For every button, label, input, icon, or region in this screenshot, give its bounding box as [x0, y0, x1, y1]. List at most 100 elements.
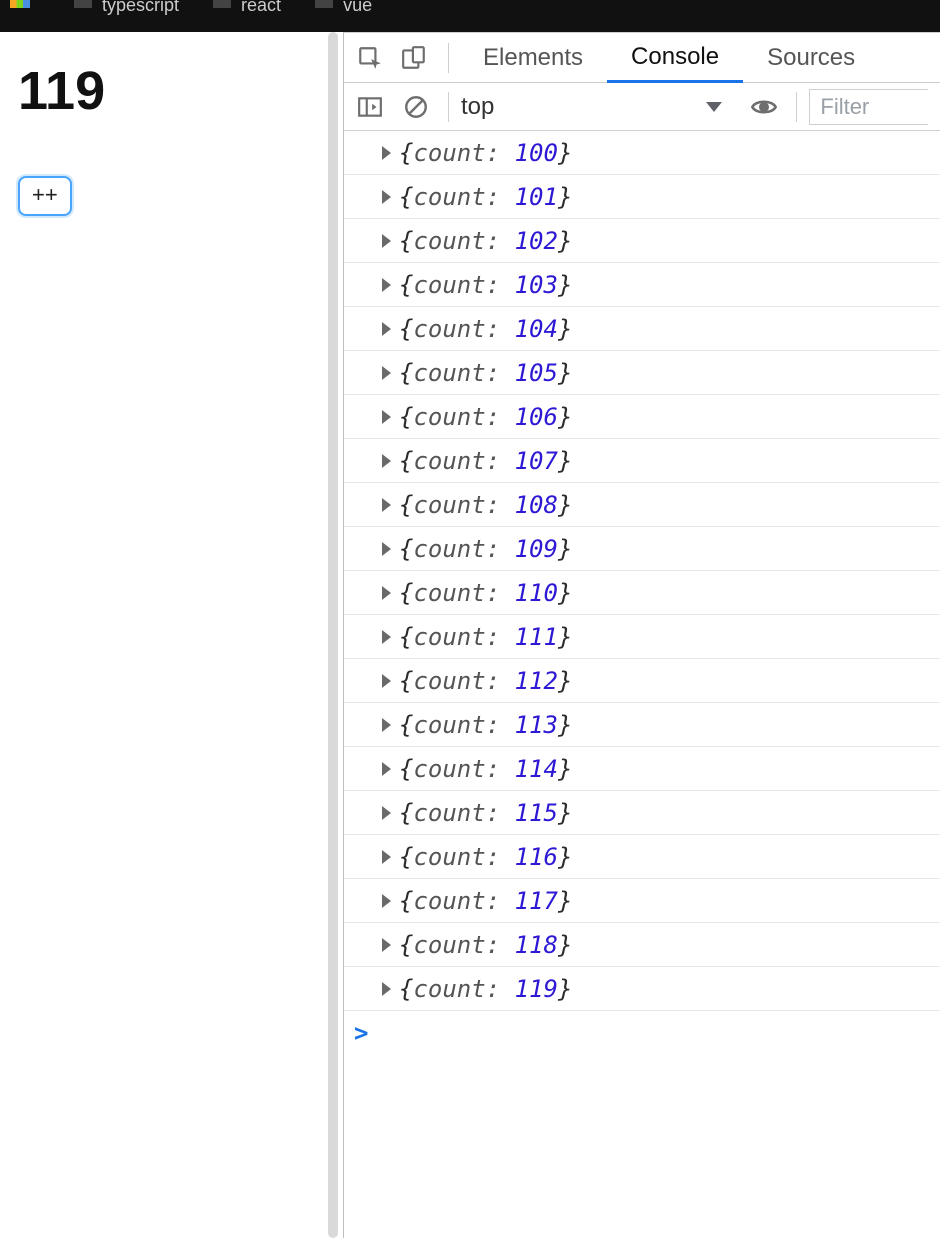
disclosure-triangle-icon[interactable] [382, 234, 391, 248]
log-object: {count: 110} [399, 579, 572, 607]
increment-button[interactable]: ++ [18, 176, 72, 216]
tab-favicon-icon [10, 0, 30, 8]
tab-elements[interactable]: Elements [459, 33, 607, 82]
execution-context-dropdown[interactable]: top [461, 93, 722, 121]
disclosure-triangle-icon[interactable] [382, 410, 391, 424]
console-log-row[interactable]: {count: 113} [344, 703, 940, 747]
disclosure-triangle-icon[interactable] [382, 454, 391, 468]
console-log-row[interactable]: {count: 106} [344, 395, 940, 439]
log-key: count [413, 359, 485, 387]
console-log-row[interactable]: {count: 110} [344, 571, 940, 615]
browser-tabstrip: typescript react vue [0, 0, 940, 32]
pane-resize-handle[interactable] [322, 32, 344, 1238]
tab-label: vue [343, 0, 372, 10]
console-log-row[interactable]: {count: 103} [344, 263, 940, 307]
disclosure-triangle-icon[interactable] [382, 674, 391, 688]
log-key: count [413, 579, 485, 607]
disclosure-triangle-icon[interactable] [382, 586, 391, 600]
tab-sources[interactable]: Sources [743, 33, 855, 82]
log-key: count [413, 271, 485, 299]
log-object: {count: 114} [399, 755, 572, 783]
disclosure-triangle-icon[interactable] [382, 938, 391, 952]
console-log-row[interactable]: {count: 105} [344, 351, 940, 395]
browser-tab[interactable] [10, 0, 40, 12]
console-log-row[interactable]: {count: 114} [344, 747, 940, 791]
console-log-row[interactable]: {count: 117} [344, 879, 940, 923]
live-expression-icon[interactable] [750, 93, 778, 121]
console-prompt[interactable]: > [344, 1011, 940, 1055]
disclosure-triangle-icon[interactable] [382, 894, 391, 908]
log-key: count [413, 799, 485, 827]
disclosure-triangle-icon[interactable] [382, 718, 391, 732]
log-value: 109 [515, 535, 558, 563]
disclosure-triangle-icon[interactable] [382, 806, 391, 820]
log-value: 111 [515, 623, 558, 651]
toolbar-separator [448, 43, 449, 73]
tab-console[interactable]: Console [607, 34, 743, 83]
browser-tab[interactable]: vue [315, 0, 372, 10]
devtools-panel: Elements Console Sources [344, 32, 940, 1238]
console-log-row[interactable]: {count: 107} [344, 439, 940, 483]
console-log-row[interactable]: {count: 115} [344, 791, 940, 835]
console-log-row[interactable]: {count: 111} [344, 615, 940, 659]
inspect-element-icon[interactable] [356, 44, 384, 72]
console-log-row[interactable]: {count: 116} [344, 835, 940, 879]
log-object: {count: 102} [399, 227, 572, 255]
disclosure-triangle-icon[interactable] [382, 190, 391, 204]
log-object: {count: 112} [399, 667, 572, 695]
log-key: count [413, 403, 485, 431]
disclosure-triangle-icon[interactable] [382, 322, 391, 336]
console-log-row[interactable]: {count: 109} [344, 527, 940, 571]
log-key: count [413, 711, 485, 739]
disclosure-triangle-icon[interactable] [382, 498, 391, 512]
disclosure-triangle-icon[interactable] [382, 146, 391, 160]
log-object: {count: 119} [399, 975, 572, 1003]
console-log-row[interactable]: {count: 101} [344, 175, 940, 219]
console-log-row[interactable]: {count: 118} [344, 923, 940, 967]
log-object: {count: 113} [399, 711, 572, 739]
log-value: 112 [515, 667, 558, 695]
rendered-page: 119 ++ [0, 32, 322, 1238]
console-log-row[interactable]: {count: 119} [344, 967, 940, 1011]
log-value: 114 [515, 755, 558, 783]
disclosure-triangle-icon[interactable] [382, 762, 391, 776]
log-value: 104 [515, 315, 558, 343]
log-object: {count: 101} [399, 183, 572, 211]
log-object: {count: 111} [399, 623, 572, 651]
log-key: count [413, 843, 485, 871]
log-key: count [413, 975, 485, 1003]
disclosure-triangle-icon[interactable] [382, 982, 391, 996]
tab-label: typescript [102, 0, 179, 10]
log-object: {count: 118} [399, 931, 572, 959]
clear-console-icon[interactable] [402, 93, 430, 121]
log-key: count [413, 447, 485, 475]
log-value: 119 [515, 975, 558, 1003]
disclosure-triangle-icon[interactable] [382, 542, 391, 556]
sidebar-toggle-icon[interactable] [356, 93, 384, 121]
disclosure-triangle-icon[interactable] [382, 366, 391, 380]
log-key: count [413, 227, 485, 255]
console-log-row[interactable]: {count: 112} [344, 659, 940, 703]
toolbar-separator [796, 92, 797, 122]
console-log-row[interactable]: {count: 104} [344, 307, 940, 351]
chevron-down-icon [706, 102, 722, 112]
log-value: 101 [515, 183, 558, 211]
log-object: {count: 106} [399, 403, 572, 431]
disclosure-triangle-icon[interactable] [382, 278, 391, 292]
log-key: count [413, 183, 485, 211]
disclosure-triangle-icon[interactable] [382, 850, 391, 864]
console-toolbar: top Filter [344, 83, 940, 131]
console-log-row[interactable]: {count: 108} [344, 483, 940, 527]
device-toolbar-icon[interactable] [400, 44, 428, 72]
console-log-row[interactable]: {count: 100} [344, 131, 940, 175]
log-key: count [413, 491, 485, 519]
filter-input[interactable]: Filter [809, 89, 928, 125]
disclosure-triangle-icon[interactable] [382, 630, 391, 644]
browser-tab[interactable]: typescript [74, 0, 179, 10]
filter-placeholder: Filter [820, 94, 869, 120]
log-value: 100 [515, 139, 558, 167]
log-object: {count: 105} [399, 359, 572, 387]
console-log-row[interactable]: {count: 102} [344, 219, 940, 263]
browser-tab[interactable]: react [213, 0, 281, 10]
toolbar-separator [448, 92, 449, 122]
